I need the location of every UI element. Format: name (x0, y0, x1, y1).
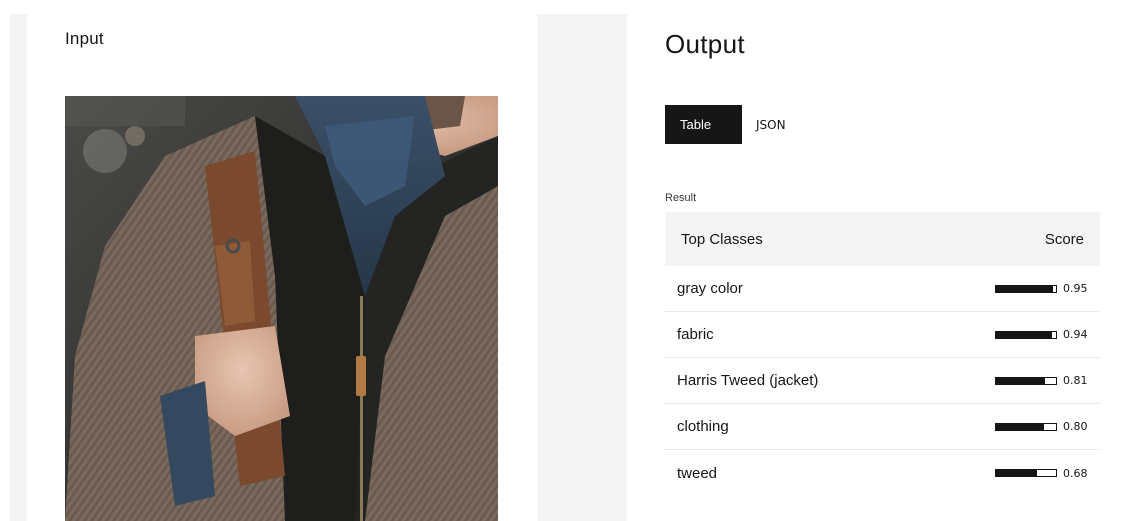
tab-table[interactable]: Table (665, 105, 742, 144)
table-row: clothing 0.80 (665, 404, 1100, 450)
class-label: fabric (677, 326, 714, 343)
class-label: clothing (677, 418, 729, 435)
score-bar (995, 376, 1057, 385)
score-bar (995, 469, 1057, 477)
table-body: gray color 0.95 fabric 0.94 Harris Tweed (ja… (665, 266, 1100, 496)
table-row: tweed 0.68 (665, 450, 1100, 496)
middle-gutter (537, 14, 627, 521)
result-table: Top Classes Score gray color 0.95 fabric 0.… (665, 212, 1100, 496)
score-value: 0.80 (1063, 420, 1088, 433)
table-row: gray color 0.95 (665, 266, 1100, 312)
header-score: Score (1044, 230, 1084, 248)
score-bar-fill (996, 285, 1053, 292)
score-cell: 0.68 (995, 467, 1089, 480)
score-bar-fill (996, 423, 1044, 430)
score-cell: 0.81 (995, 374, 1089, 387)
score-bar (995, 422, 1057, 431)
input-panel: Input (27, 0, 537, 521)
score-value: 0.95 (1063, 282, 1088, 295)
score-cell: 0.95 (995, 282, 1089, 295)
score-bar-fill (996, 470, 1037, 476)
table-row: Harris Tweed (jacket) 0.81 (665, 358, 1100, 404)
score-value: 0.94 (1063, 328, 1088, 341)
left-gutter (10, 14, 27, 521)
output-panel: Output Table JSON Result Top Classes Sco… (627, 0, 1139, 521)
score-value: 0.81 (1063, 374, 1088, 387)
table-row: fabric 0.94 (665, 312, 1100, 358)
class-label: tweed (677, 464, 718, 482)
output-title: Output (665, 29, 745, 59)
header-top-classes: Top Classes (681, 230, 763, 248)
tab-json[interactable]: JSON (742, 105, 800, 144)
score-bar-fill (996, 331, 1053, 338)
score-cell: 0.94 (995, 328, 1089, 341)
score-value: 0.68 (1063, 466, 1088, 480)
output-tabs: Table JSON (665, 105, 800, 144)
class-label: Harris Tweed (jacket) (677, 372, 819, 389)
score-bar (995, 284, 1057, 293)
class-label: gray color (677, 280, 743, 297)
table-header: Top Classes Score (665, 212, 1100, 266)
score-bar-fill (996, 377, 1045, 384)
input-title: Input (65, 29, 104, 48)
input-photo-illustration (65, 96, 498, 521)
score-bar (995, 330, 1057, 339)
score-cell: 0.80 (995, 420, 1089, 433)
result-label: Result (665, 192, 697, 204)
input-image (65, 96, 498, 521)
